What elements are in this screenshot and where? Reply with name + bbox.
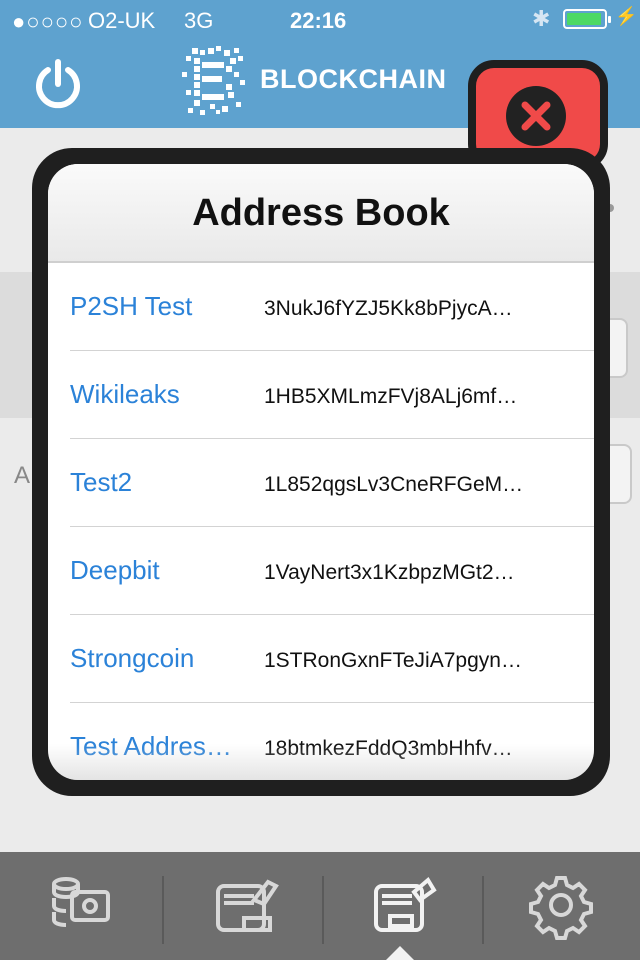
signal-strength: ●○○○○ (12, 9, 84, 34)
brand-name: BLOCKCHAIN (260, 64, 447, 94)
background-label: A (14, 462, 31, 489)
modal-header: Address Book (48, 164, 594, 263)
address-value: 1VayNert3x1KzbpzMGt2… (264, 561, 515, 584)
charging-icon: ⚡ (615, 6, 638, 26)
receive-icon[interactable] (368, 870, 438, 940)
clock: 22:16 (290, 8, 347, 33)
list-item[interactable]: Deepbit 1VayNert3x1KzbpzMGt2… (48, 527, 594, 615)
address-label: Test2 (70, 467, 133, 497)
network-type: 3G (184, 8, 214, 33)
bluetooth-icon: ✱ (532, 6, 551, 31)
address-list[interactable]: P2SH Test 3NukJ6fYZJ5Kk8bPjycA… Wikileak… (48, 263, 594, 780)
send-icon[interactable] (210, 870, 280, 940)
address-label: Deepbit (70, 555, 160, 585)
address-label: Test Addres… (70, 731, 232, 761)
status-bar: ●○○○○ O2-UK 3G 22:16 ✱ ⚡ (0, 0, 640, 40)
close-icon[interactable] (506, 86, 566, 146)
battery-icon (563, 9, 611, 29)
address-value: 1HB5XMLmzFVj8ALj6mf… (264, 385, 518, 408)
tab-selected-indicator (386, 946, 414, 960)
tab-bar (0, 852, 640, 960)
address-value: 3NukJ6fYZJ5Kk8bPjycA… (264, 297, 513, 320)
address-value: 18btmkezFddQ3mbHhfv… (264, 737, 513, 760)
address-book-modal: Address Book P2SH Test 3NukJ6fYZJ5Kk8bPj… (48, 164, 594, 780)
address-label: Strongcoin (70, 643, 195, 673)
list-item[interactable]: Test Addres… 18btmkezFddQ3mbHhfv… (48, 703, 594, 780)
list-item[interactable]: P2SH Test 3NukJ6fYZJ5Kk8bPjycA… (48, 263, 594, 351)
list-item[interactable]: Wikileaks 1HB5XMLmzFVj8ALj6mf… (48, 351, 594, 439)
address-value: 1STRonGxnFTeJiA7pgyn… (264, 649, 522, 672)
address-label: Wikileaks (70, 379, 180, 409)
modal-title: Address Book (192, 192, 450, 234)
address-value: 1L852qgsLv3CneRFGeM… (264, 473, 524, 496)
blockchain-logo (182, 46, 246, 116)
list-item[interactable]: Strongcoin 1STRonGxnFTeJiA7pgyn… (48, 615, 594, 703)
carrier-label: O2-UK (88, 8, 156, 33)
list-item[interactable]: Test2 1L852qgsLv3CneRFGeM… (48, 439, 594, 527)
power-icon[interactable] (32, 58, 84, 110)
transactions-icon[interactable] (46, 870, 116, 940)
address-label: P2SH Test (70, 291, 193, 321)
settings-icon[interactable] (526, 870, 596, 940)
